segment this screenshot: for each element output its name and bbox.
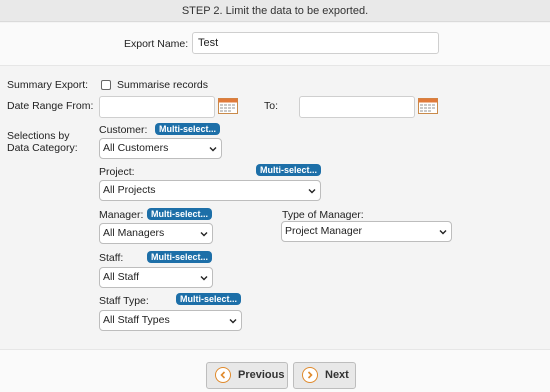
manager-multi-select-button[interactable]: Multi-select... — [147, 208, 213, 220]
chevron-down-icon — [209, 147, 217, 152]
summary-export-label: Summary Export: — [7, 79, 89, 91]
chevron-left-icon — [215, 367, 231, 383]
chevron-down-icon — [200, 232, 208, 237]
staff-label: Staff: — [99, 252, 124, 264]
chevron-down-icon — [308, 189, 316, 194]
date-range-to-label: To: — [264, 100, 279, 112]
filter-section: Summary Export: Summarise records Date R… — [0, 67, 550, 347]
chevron-down-icon — [229, 319, 237, 324]
chevron-right-icon — [302, 367, 318, 383]
chevron-down-icon — [439, 230, 447, 235]
customer-select[interactable]: All Customers — [99, 138, 222, 159]
export-name-input[interactable] — [192, 32, 439, 54]
export-name-section: Export Name: — [0, 23, 550, 66]
type-of-manager-label: Type of Manager: — [282, 209, 364, 221]
staff-type-label: Staff Type: — [99, 295, 149, 307]
calendar-icon[interactable] — [218, 98, 238, 114]
wizard-footer: Previous Next — [0, 349, 550, 392]
previous-button[interactable]: Previous — [206, 362, 288, 389]
customer-multi-select-button[interactable]: Multi-select... — [155, 123, 221, 135]
type-of-manager-select[interactable]: Project Manager — [281, 221, 452, 242]
manager-select[interactable]: All Managers — [99, 223, 213, 244]
staff-select-value: All Staff — [103, 271, 139, 283]
manager-select-value: All Managers — [103, 227, 165, 239]
previous-button-label: Previous — [238, 369, 285, 381]
customer-select-value: All Customers — [103, 142, 169, 154]
staff-type-multi-select-button[interactable]: Multi-select... — [176, 293, 242, 305]
type-of-manager-select-value: Project Manager — [285, 225, 363, 237]
step-title: STEP 2. Limit the data to be exported. — [181, 5, 369, 17]
export-name-label: Export Name: — [124, 38, 189, 50]
project-label: Project: — [99, 166, 135, 178]
summarise-records-label: Summarise records — [117, 79, 209, 91]
project-multi-select-button[interactable]: Multi-select... — [256, 164, 322, 176]
selections-label-line2: Data Category: — [7, 142, 78, 154]
date-range-from-label: Date Range From: — [7, 100, 94, 112]
next-button-label: Next — [325, 369, 349, 381]
summarise-records-checkbox[interactable] — [101, 80, 111, 90]
project-select[interactable]: All Projects — [99, 180, 321, 201]
manager-label: Manager: — [99, 209, 144, 221]
next-button[interactable]: Next — [293, 362, 356, 389]
staff-select[interactable]: All Staff — [99, 267, 213, 288]
date-to-input[interactable] — [299, 96, 415, 118]
staff-type-select[interactable]: All Staff Types — [99, 310, 242, 331]
customer-label: Customer: — [99, 124, 148, 136]
project-select-value: All Projects — [103, 184, 156, 196]
chevron-down-icon — [200, 276, 208, 281]
calendar-icon[interactable] — [418, 98, 438, 114]
step-header: STEP 2. Limit the data to be exported. — [0, 0, 550, 22]
selections-label-line1: Selections by — [7, 130, 70, 142]
staff-multi-select-button[interactable]: Multi-select... — [147, 251, 213, 263]
date-from-input[interactable] — [99, 96, 215, 118]
staff-type-select-value: All Staff Types — [103, 314, 170, 326]
